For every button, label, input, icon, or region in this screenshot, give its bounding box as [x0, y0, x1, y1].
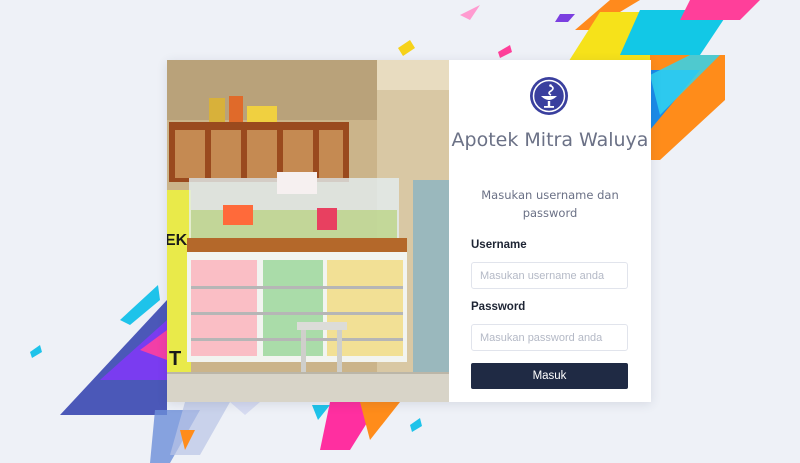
login-card: EK T Apotek Mitra Waluya Masukan usernam…	[167, 60, 651, 402]
svg-text:EK: EK	[167, 232, 188, 249]
password-label: Password	[471, 301, 526, 313]
svg-text:T: T	[169, 348, 181, 370]
login-form: Apotek Mitra Waluya Masukan username dan…	[449, 60, 651, 402]
username-label: Username	[471, 239, 527, 251]
pharmacy-logo-icon	[529, 76, 569, 116]
username-input[interactable]	[471, 262, 628, 289]
app-title: Apotek Mitra Waluya	[451, 129, 649, 151]
password-input[interactable]	[471, 324, 628, 351]
app-subtitle: Masukan username dan password	[481, 188, 619, 220]
pharmacy-photo: EK T	[167, 60, 449, 402]
login-button[interactable]: Masuk	[471, 363, 628, 389]
